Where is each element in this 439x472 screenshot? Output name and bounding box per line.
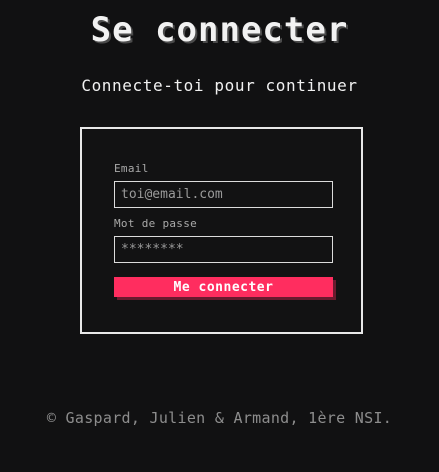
password-field[interactable] [114, 236, 333, 263]
password-label: Mot de passe [114, 217, 198, 230]
email-field[interactable] [114, 181, 333, 208]
page-title: Se connecter [90, 10, 349, 50]
login-form-card: Email Mot de passe Me connecter [80, 127, 363, 334]
footer-credits: © Gaspard, Julien & Armand, 1ère NSI. [46, 409, 393, 427]
login-page: Se connecter Connecte-toi pour continuer… [0, 0, 439, 472]
email-label: Email [114, 162, 149, 175]
login-button[interactable]: Me connecter [114, 277, 333, 297]
page-subtitle: Connecte-toi pour continuer [81, 76, 358, 95]
